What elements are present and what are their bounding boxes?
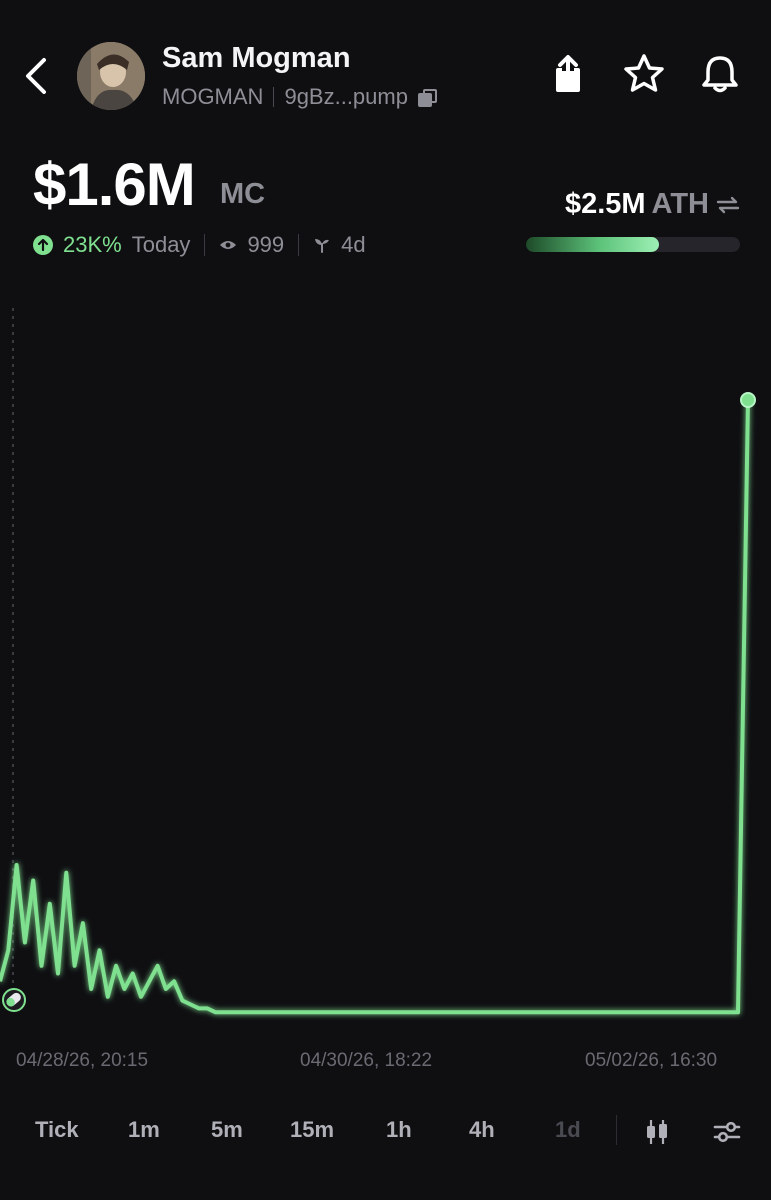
divider <box>616 1115 617 1145</box>
contract-address[interactable]: 9gBz...pump <box>284 84 408 110</box>
price-chart[interactable] <box>0 290 771 1040</box>
settings-sliders-icon[interactable] <box>712 1117 742 1147</box>
copy-icon[interactable] <box>417 89 437 107</box>
price-line <box>0 399 750 1015</box>
token-name: Sam Mogman <box>162 42 351 74</box>
token-age: 4d <box>341 232 366 257</box>
timeframe-4h[interactable]: 4h <box>469 1117 495 1143</box>
back-chevron-icon[interactable] <box>20 56 56 96</box>
ath-value: $2.5M <box>564 188 646 220</box>
timeframe-tick[interactable]: Tick <box>35 1117 79 1143</box>
share-icon[interactable] <box>546 52 590 96</box>
market-cap-label: MC <box>220 178 266 210</box>
ticker: MOGMAN <box>162 84 264 109</box>
view-count: 999 <box>247 232 285 257</box>
separator <box>273 87 275 107</box>
bell-icon[interactable] <box>698 52 742 96</box>
market-cap-value: $1.6M <box>33 151 196 218</box>
arrow-up-icon <box>33 235 53 255</box>
divider <box>298 234 300 256</box>
change-period: Today <box>131 232 191 257</box>
token-subtitle: MOGMAN 9gBz...pump <box>162 84 437 110</box>
ath-progress-fill <box>526 237 659 252</box>
timeframe-1m[interactable]: 1m <box>128 1117 160 1143</box>
timeframe-1h[interactable]: 1h <box>386 1117 412 1143</box>
avatar <box>77 42 145 110</box>
ath-block[interactable]: $2.5M ATH <box>565 188 741 221</box>
ath-label: ATH <box>651 188 709 220</box>
change-percent: 23K% <box>63 232 122 257</box>
eye-icon <box>220 241 237 249</box>
token-header: Sam Mogman MOGMAN 9gBz...pump <box>0 0 771 140</box>
last-price-dot <box>740 392 756 408</box>
pill-marker-icon[interactable] <box>2 988 26 1012</box>
x-axis-label: 04/28/26, 20:15 <box>16 1050 149 1071</box>
candlestick-icon[interactable] <box>642 1117 672 1147</box>
timeframe-15m[interactable]: 15m <box>290 1117 334 1143</box>
sprout-icon <box>315 239 330 253</box>
swap-icon[interactable] <box>715 193 741 217</box>
x-axis-label: 05/02/26, 16:30 <box>585 1050 718 1071</box>
star-icon[interactable] <box>622 52 666 96</box>
ath-progress-bar <box>526 237 740 252</box>
x-axis-label: 04/30/26, 18:22 <box>300 1050 433 1071</box>
timeframe-bar: Tick 1m 5m 15m 1h 4h 1d <box>0 1105 771 1160</box>
divider <box>204 234 206 256</box>
timeframe-5m[interactable]: 5m <box>211 1117 243 1143</box>
timeframe-1d[interactable]: 1d <box>555 1117 581 1143</box>
stats-row: 23K% Today 999 4d <box>33 232 366 258</box>
